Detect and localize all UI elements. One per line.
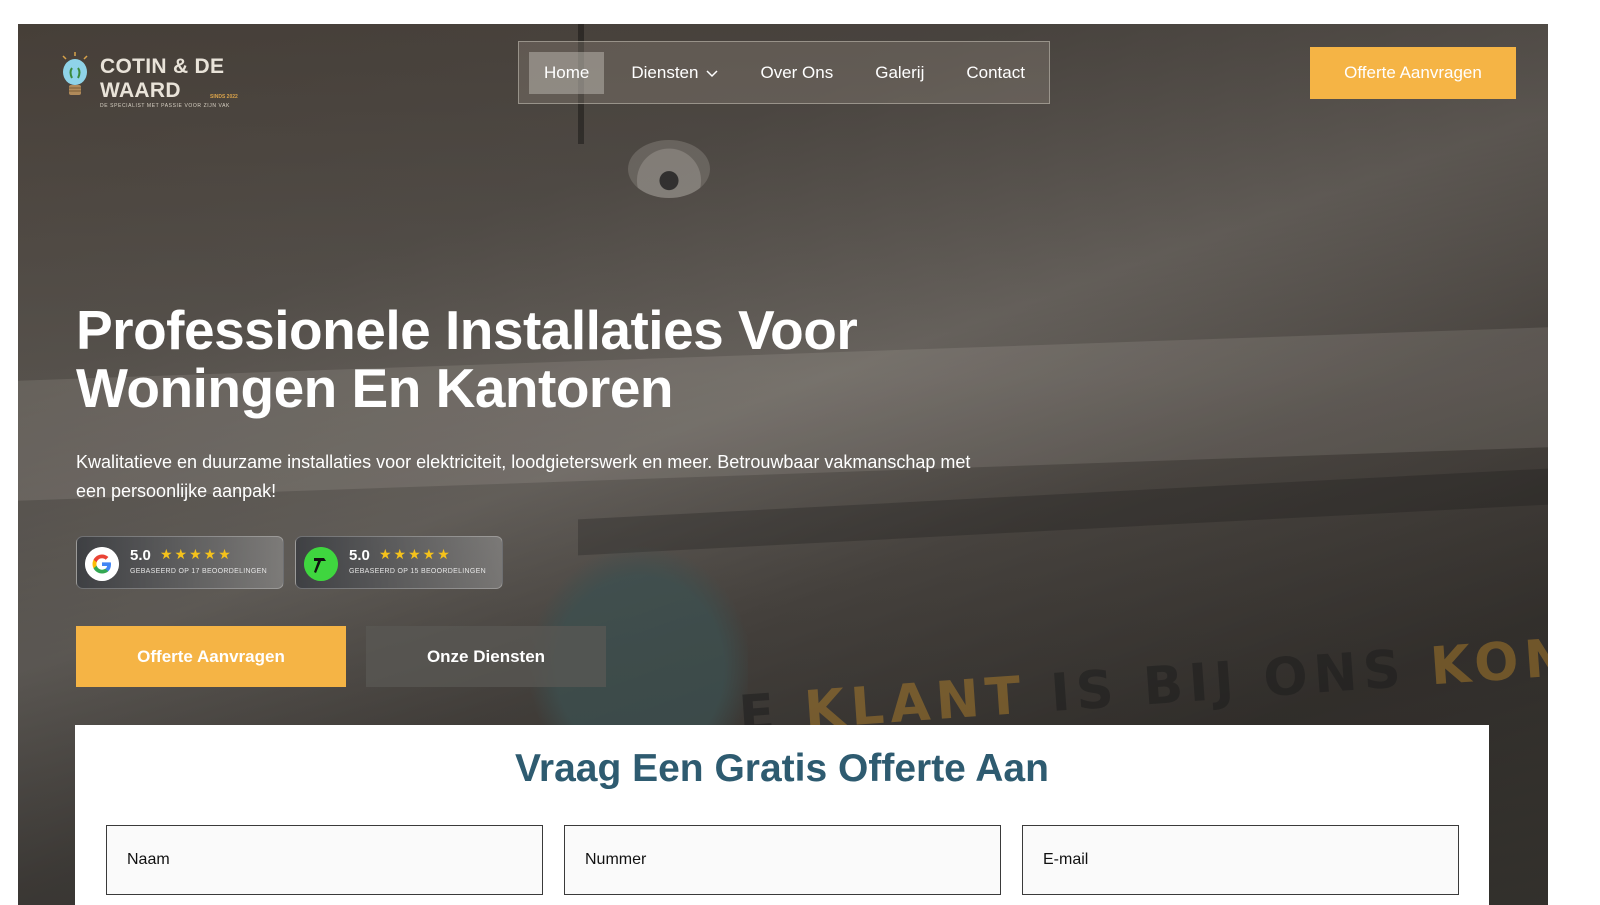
google-icon bbox=[85, 547, 119, 581]
review-score: 5.0 bbox=[349, 547, 370, 564]
star-rating-icon: ★★★★★ bbox=[379, 546, 452, 562]
name-field[interactable] bbox=[106, 825, 543, 895]
email-field[interactable] bbox=[1022, 825, 1459, 895]
main-nav: Home Diensten Over Ons Galerij Contact bbox=[518, 41, 1050, 104]
google-review-badge[interactable]: 5.0 ★★★★★ GEBASEERD OP 17 BEOORDELINGEN bbox=[76, 536, 284, 589]
site-logo[interactable]: COTIN & DE WAARD SINDS 2022 DE SPECIALIS… bbox=[56, 40, 256, 114]
nav-item-galerij[interactable]: Galerij bbox=[860, 52, 939, 94]
hero-subtitle: Kwalitatieve en duurzame installaties vo… bbox=[76, 452, 971, 501]
hammer-review-badge[interactable]: 5.0 ★★★★★ GEBASEERD OP 15 BEOORDELINGEN bbox=[295, 536, 503, 589]
nav-item-over-ons[interactable]: Over Ons bbox=[745, 52, 848, 94]
lightbulb-icon bbox=[62, 52, 88, 95]
hero-section: E KLANT IS BIJ ONS KONIN COTIN & DE WAAR… bbox=[18, 24, 1548, 905]
hero-title: Professionele Installaties Voor Woningen… bbox=[76, 299, 858, 419]
chevron-down-icon bbox=[706, 69, 718, 77]
nav-item-contact[interactable]: Contact bbox=[951, 52, 1040, 94]
star-rating-icon: ★★★★★ bbox=[160, 546, 233, 562]
our-services-button[interactable]: Onze Diensten bbox=[366, 626, 606, 687]
nav-item-diensten[interactable]: Diensten bbox=[616, 52, 733, 94]
quote-form-title: Vraag Een Gratis Offerte Aan bbox=[515, 747, 1049, 790]
hammer-icon bbox=[304, 547, 338, 581]
ceiling-camera-icon bbox=[628, 140, 710, 198]
brand-since: SINDS 2022 bbox=[210, 94, 238, 100]
review-score: 5.0 bbox=[130, 547, 151, 564]
brand-name: COTIN & DE WAARD bbox=[100, 55, 225, 102]
review-count: GEBASEERD OP 15 BEOORDELINGEN bbox=[349, 568, 486, 575]
nav-item-label: Diensten bbox=[631, 62, 699, 82]
brand-tagline: DE SPECIALIST MET PASSIE VOOR ZIJN VAK bbox=[100, 103, 230, 109]
review-count: GEBASEERD OP 17 BEOORDELINGEN bbox=[130, 568, 267, 575]
request-quote-button[interactable]: Offerte Aanvragen bbox=[76, 626, 346, 687]
quote-form-card: Vraag Een Gratis Offerte Aan bbox=[75, 725, 1489, 905]
phone-field[interactable] bbox=[564, 825, 1001, 895]
header-quote-button[interactable]: Offerte Aanvragen bbox=[1310, 47, 1516, 99]
nav-item-home[interactable]: Home bbox=[529, 51, 605, 94]
